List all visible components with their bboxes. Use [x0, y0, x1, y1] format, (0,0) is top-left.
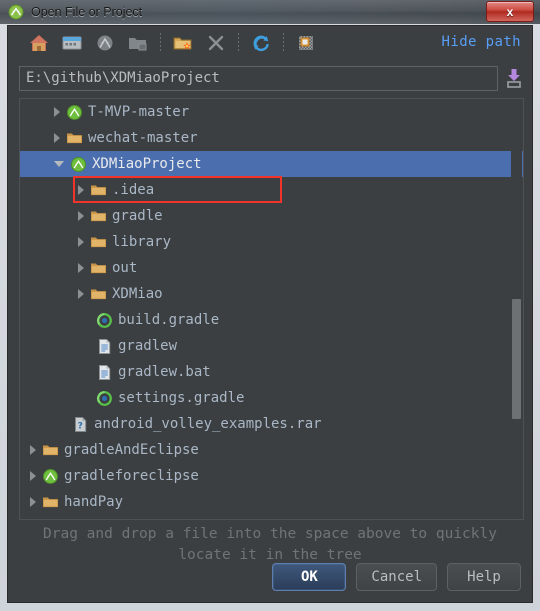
path-row: E:\github\XDMiaoProject: [8, 66, 532, 92]
tree-row[interactable]: wechat-master: [20, 125, 523, 151]
android-studio-icon: [8, 4, 24, 20]
chevron-right-icon[interactable]: [30, 471, 36, 481]
close-button[interactable]: x: [486, 1, 534, 22]
tree-row[interactable]: settings.gradle: [20, 385, 523, 411]
tree-row[interactable]: T-MVP-master: [20, 99, 523, 125]
folder-icon: [42, 442, 59, 459]
chevron-right-icon[interactable]: [30, 445, 36, 455]
cancel-button[interactable]: Cancel: [356, 563, 437, 591]
dialog-body: Hide path E:\github\XDMiaoProject T-MVP-…: [7, 25, 533, 603]
android-module-icon: [42, 468, 59, 485]
title-bar[interactable]: Open File or Project x: [0, 0, 540, 24]
tree-row-label: gradleforeclipse: [64, 468, 199, 484]
text-file-icon: [96, 338, 113, 355]
tree-row-label: android_volley_examples.rar: [94, 416, 322, 432]
hint-line-1: Drag and drop a file into the space abov…: [43, 526, 497, 542]
tree-row[interactable]: ? android_volley_examples.rar: [20, 411, 523, 437]
android-module-icon: [70, 156, 87, 173]
tree-row[interactable]: out: [20, 255, 523, 281]
tree-row-label: gradleAndEclipse: [64, 442, 199, 458]
tree-row-label: library: [112, 234, 172, 250]
android-module-icon: [66, 104, 83, 121]
desktop-icon[interactable]: [59, 30, 85, 56]
tree-row[interactable]: .idea: [20, 177, 523, 203]
tree-row[interactable]: gradleforeclipse: [20, 463, 523, 489]
tree-row-label: gradle: [112, 208, 163, 224]
chevron-right-icon[interactable]: [78, 289, 84, 299]
tree-row-label: build.gradle: [118, 312, 220, 328]
tree-row[interactable]: gradleAndEclipse: [20, 437, 523, 463]
folder-icon: [66, 130, 83, 147]
unknown-file-icon: ?: [72, 416, 89, 433]
home-icon[interactable]: [26, 30, 52, 56]
gradle-file-icon: [96, 390, 113, 407]
tree-row-label: gradlew: [118, 338, 178, 354]
chevron-right-icon[interactable]: [78, 237, 84, 247]
save-path-icon[interactable]: [504, 67, 524, 89]
svg-text:?: ?: [78, 421, 83, 431]
toolbar: Hide path: [8, 26, 532, 60]
chevron-right-icon[interactable]: [54, 107, 60, 117]
drag-drop-hint: Drag and drop a file into the space abov…: [8, 524, 532, 566]
new-folder-icon[interactable]: [170, 30, 196, 56]
text-file-icon: [96, 364, 113, 381]
gradle-file-icon: [96, 312, 113, 329]
refresh-icon[interactable]: [248, 30, 274, 56]
ok-button[interactable]: OK: [272, 563, 347, 591]
chevron-right-icon[interactable]: [78, 211, 84, 221]
toolbar-separator: [160, 33, 161, 53]
tree-row-label: T-MVP-master: [88, 104, 190, 120]
path-input[interactable]: E:\github\XDMiaoProject: [19, 66, 498, 91]
tree-row[interactable]: XDMiao: [20, 281, 523, 307]
tree-row-label: gradlew.bat: [118, 364, 211, 380]
tree-row[interactable]: gradlew: [20, 333, 523, 359]
hide-path-link[interactable]: Hide path: [442, 34, 521, 50]
file-tree[interactable]: T-MVP-master wechat-master XDMiaoProject .i…: [19, 98, 524, 520]
window-title: Open File or Project: [31, 5, 143, 19]
tree-scrollbar-thumb[interactable]: [512, 299, 521, 419]
folder-icon: [90, 208, 107, 225]
tree-row-label: XDMiao: [112, 286, 163, 302]
tree-row-label: .idea: [112, 182, 155, 198]
tree-rows: T-MVP-master wechat-master XDMiaoProject .i…: [20, 99, 523, 521]
chevron-right-icon[interactable]: [78, 185, 84, 195]
help-button[interactable]: Help: [447, 563, 521, 591]
chevron-right-icon[interactable]: [78, 263, 84, 273]
tree-row-label: XDMiaoProject: [92, 156, 202, 172]
chevron-right-icon[interactable]: [30, 497, 36, 507]
tree-scrollbar[interactable]: [511, 100, 522, 518]
folder-icon: [90, 260, 107, 277]
folder-icon: [90, 182, 107, 199]
folder-icon: [42, 520, 59, 521]
tree-row[interactable]: gradle: [20, 203, 523, 229]
toolbar-separator: [238, 33, 239, 53]
dialog-window: Open File or Project x Hide path E:\gith…: [0, 0, 540, 611]
toolbar-separator: [283, 33, 284, 53]
show-hidden-icon[interactable]: [293, 30, 319, 56]
delete-icon[interactable]: [203, 30, 229, 56]
button-bar: OK Cancel Help: [272, 563, 521, 591]
folder-icon: [90, 286, 107, 303]
tree-row[interactable]: XDMiaoProject: [20, 151, 523, 177]
tree-row-label: out: [112, 260, 138, 276]
chevron-right-icon[interactable]: [54, 133, 60, 143]
tree-row[interactable]: build.gradle: [20, 307, 523, 333]
tree-row-label: settings.gradle: [118, 390, 245, 406]
tree-row-label: handPay: [64, 494, 124, 510]
close-icon: x: [506, 4, 514, 19]
tree-row[interactable]: gradlew.bat: [20, 359, 523, 385]
tree-row[interactable]: handpayapk: [20, 515, 523, 521]
folder-icon: [42, 494, 59, 511]
project-icon[interactable]: [92, 30, 118, 56]
folder-icon[interactable]: [125, 30, 151, 56]
folder-icon: [90, 234, 107, 251]
tree-row[interactable]: library: [20, 229, 523, 255]
tree-row-label: wechat-master: [88, 130, 198, 146]
tree-row[interactable]: handPay: [20, 489, 523, 515]
chevron-down-icon[interactable]: [54, 161, 64, 167]
